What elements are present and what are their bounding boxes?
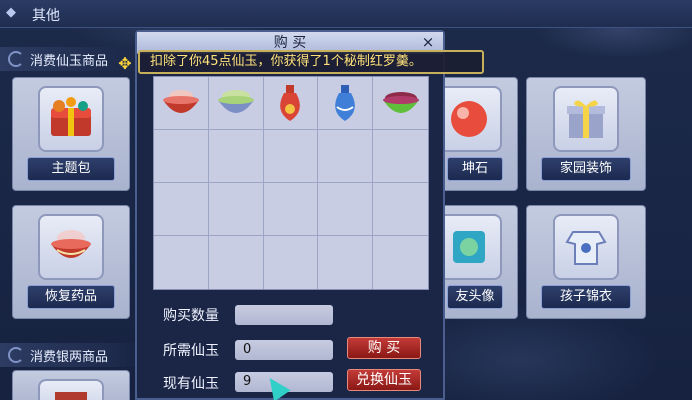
swirl-icon [8,347,24,363]
grid-slot[interactable] [263,130,319,183]
grid-slot[interactable] [373,236,428,289]
card-label: 孩子锦衣 [541,285,631,309]
exchange-jade-button[interactable]: 兑换仙玉 [347,369,421,391]
portrait-icon [436,214,502,280]
card-huifu[interactable]: 恢复药品 [12,205,130,319]
grid-slot[interactable] [154,183,209,236]
top-bar: ◆ 其他 [0,0,692,28]
item-grid [153,76,429,290]
grid-slot[interactable] [208,183,264,236]
card-label: 家园装饰 [541,157,631,181]
page-title: 其他 [32,8,60,24]
qty-label: 购买数量 [163,308,219,324]
red-pot-icon [162,90,199,113]
grid-slot[interactable] [373,130,428,183]
present-box-icon [553,86,619,152]
move-cursor-icon: ✥ [118,54,132,73]
have-jade-label: 现有仙玉 [163,376,219,392]
box-icon [38,379,104,400]
green-bowl-icon [382,92,419,113]
grid-slot[interactable] [208,77,264,130]
close-icon[interactable]: × [419,33,437,51]
grid-slot[interactable] [373,183,428,236]
red-vase-icon [280,85,301,121]
need-jade-value: 0 [235,340,333,360]
qty-input[interactable] [235,305,333,325]
section-title: 消费银两商品 [30,350,109,365]
grid-slot[interactable] [318,130,374,183]
section-header-silver: 消费银两商品 [0,343,140,367]
need-jade-label: 所需仙玉 [163,343,219,359]
red-orb-icon [436,86,502,152]
card-label: 恢复药品 [27,285,115,309]
grid-slot[interactable] [318,236,374,289]
grid-slot[interactable] [318,77,374,130]
card-label: 主题包 [27,157,115,181]
child-robe-icon [553,214,619,280]
grid-slot[interactable] [154,77,209,130]
card-label: 坤石 [447,157,503,181]
grid-slot[interactable] [208,130,264,183]
herb-bowl-icon [217,90,254,113]
medicine-bowl-icon [38,214,104,280]
swirl-icon [8,51,24,67]
section-title: 消费仙玉商品 [30,54,109,69]
grid-slot[interactable] [373,77,428,130]
card-jiayuan[interactable]: 家园装饰 [526,77,646,191]
system-message: 扣除了你45点仙玉，你获得了1个秘制红罗羹。 [138,50,484,74]
buy-button[interactable]: 购 买 [347,337,421,359]
blue-vase-icon [335,85,356,121]
gift-chest-icon [38,86,104,152]
grid-slot[interactable] [209,236,264,289]
diamond-icon: ◆ [6,5,16,20]
card-label: 友头像 [447,285,503,309]
grid-slot[interactable] [263,77,319,130]
grid-slot[interactable] [318,183,374,236]
grid-slot[interactable] [263,183,319,236]
card-silver-partial[interactable] [12,370,130,400]
purchase-dialog: 购 买 × 购买数量 所需仙玉 0 购 买 现有仙玉 9 兑换仙玉 [135,30,445,400]
grid-slot[interactable] [264,236,319,289]
grid-slot[interactable] [154,130,209,183]
grid-slot[interactable] [154,236,209,289]
card-zhuti[interactable]: 主题包 [12,77,130,191]
card-haizi[interactable]: 孩子锦衣 [526,205,646,319]
